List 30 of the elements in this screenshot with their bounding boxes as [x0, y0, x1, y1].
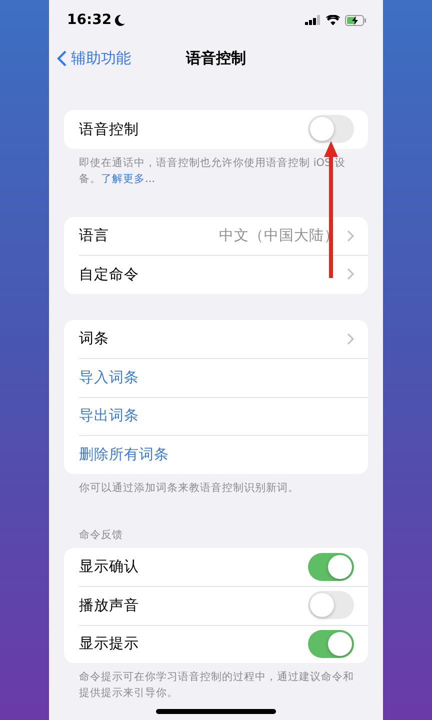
settings-row[interactable]: 词条 — [64, 320, 368, 358]
setting-label: 播放声音 — [79, 596, 140, 615]
settings-row[interactable]: 语言 中文（中国大陆） — [64, 216, 368, 255]
toggle-switch[interactable] — [308, 552, 354, 581]
settings-row[interactable]: 自定命令 — [64, 255, 368, 294]
setting-label: 显示确认 — [79, 558, 140, 576]
toggle-switch[interactable] — [308, 630, 354, 658]
back-button[interactable]: 辅助功能 — [57, 48, 131, 68]
wifi-icon — [326, 15, 340, 25]
chevron-icon — [347, 230, 354, 242]
action-link[interactable]: 删除所有词条 — [79, 444, 354, 464]
learn-more-link[interactable]: 了解更多... — [101, 172, 156, 184]
chevron-icon — [347, 332, 354, 345]
chevron-icon — [347, 268, 354, 280]
back-chevron-icon — [57, 50, 67, 66]
setting-label: 显示提示 — [79, 635, 140, 654]
setting-label: 语音控制 — [79, 120, 140, 139]
toggle-switch[interactable] — [308, 115, 354, 144]
moon-icon — [114, 14, 125, 26]
screen-title: 语音控制 — [186, 48, 246, 68]
status-time: 16:32 — [67, 12, 125, 28]
action-link[interactable]: 导出词条 — [79, 406, 354, 426]
battery-charging-icon — [345, 14, 367, 26]
setting-value: 中文（中国大陆） — [219, 227, 339, 246]
action-link[interactable]: 导入词条 — [79, 368, 354, 387]
signal-icon — [305, 15, 321, 25]
section-footer: 你可以通过添加词条来教语音控制识别新词。 — [79, 480, 359, 496]
section-header: 命令反馈 — [79, 528, 124, 542]
section-footer: 命令提示可在你学习语音控制的过程中，通过建议命令和提供提示来引导你。 — [79, 669, 359, 701]
toggle-switch[interactable] — [308, 591, 354, 620]
